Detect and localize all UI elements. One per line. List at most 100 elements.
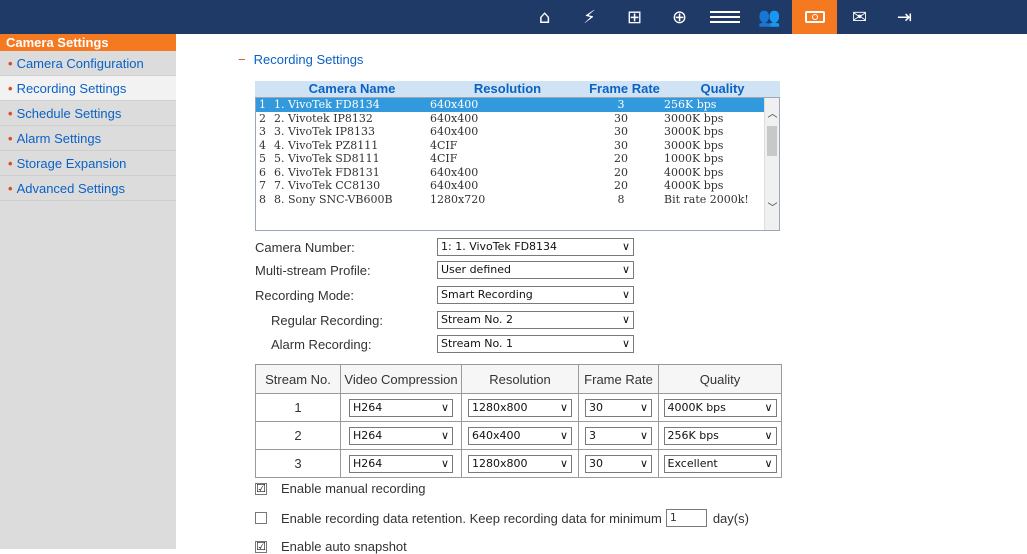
exit-icon[interactable]: ⇥ <box>882 0 927 34</box>
row-index: 5 <box>259 152 266 165</box>
bullet-icon: • <box>8 131 13 146</box>
retention-checkbox[interactable] <box>255 512 267 524</box>
quality-select[interactable]: 4000K bps ∨ <box>663 398 777 417</box>
camera-list-header: Camera Name Resolution Frame Rate Qualit… <box>255 81 780 97</box>
frame-rate-select[interactable]: 30 ∨ <box>585 398 652 417</box>
camera-number-label: Camera Number: <box>255 239 355 255</box>
select-value: 1280x800 <box>472 456 528 470</box>
bullet-icon: • <box>8 81 13 96</box>
retention-label: Enable recording data retention. Keep re… <box>281 510 662 526</box>
list-icon[interactable] <box>702 0 747 34</box>
row-frame-rate: 8 <box>617 192 625 206</box>
home-icon[interactable]: ⌂ <box>522 0 567 34</box>
manual-recording-checkbox[interactable]: ☑ <box>255 482 267 495</box>
row-index: 2 <box>259 111 266 125</box>
auto-snapshot-checkbox[interactable]: ☑ <box>255 540 267 553</box>
header-stream-no: Stream No. <box>255 364 341 394</box>
chevron-down-icon: ∨ <box>639 456 648 470</box>
chevron-down-icon[interactable]: ﹀ <box>765 202 779 216</box>
row-index: 3 <box>259 125 266 138</box>
row-quality: 3000K bps <box>664 138 724 152</box>
row-camera-name: 2. Vivotek IP8132 <box>274 111 373 125</box>
camera-list-body[interactable]: 1 1. VivoTek FD8134 640x400 3 256K bps 2 2. V… <box>255 97 780 231</box>
chevron-down-icon: ∨ <box>440 456 449 470</box>
row-frame-rate: 30 <box>614 111 628 125</box>
compression-select[interactable]: H264 ∨ <box>349 398 453 417</box>
sidebar-item-camera-configuration[interactable]: • Camera Configuration <box>0 51 176 76</box>
multistream-profile-select[interactable]: User defined ∨ <box>437 261 634 279</box>
camera-number-select[interactable]: 1: 1. VivoTek FD8134 ∨ <box>437 238 634 256</box>
regular-recording-row: Regular Recording: Stream No. 2 ∨ <box>255 310 634 330</box>
list-item[interactable]: 5 5. VivoTek SD8111 4CIF 20 1000K bps <box>256 152 779 166</box>
network-icon[interactable]: ⊞ <box>612 0 657 34</box>
mail-icon[interactable]: ✉ <box>837 0 882 34</box>
header-quality[interactable]: Quality <box>665 81 780 97</box>
list-glyph <box>709 11 740 23</box>
row-frame-rate: 20 <box>614 152 628 165</box>
header-camera-name[interactable]: Camera Name <box>273 81 431 97</box>
chevron-down-icon: ∨ <box>559 428 568 442</box>
select-value: Stream No. 1 <box>441 337 514 350</box>
regular-recording-select[interactable]: Stream No. 2 ∨ <box>437 311 634 329</box>
sidebar-item-advanced-settings[interactable]: • Advanced Settings <box>0 176 176 201</box>
lightning-icon[interactable]: ⚡ <box>567 0 612 34</box>
alarm-recording-select[interactable]: Stream No. 1 ∨ <box>437 335 634 353</box>
camera-list-scrollbar[interactable]: ︿ ﹀ <box>764 98 779 230</box>
row-resolution: 640x400 <box>430 98 479 111</box>
section-header[interactable]: − Recording Settings <box>238 52 363 67</box>
recording-mode-select[interactable]: Smart Recording ∨ <box>437 286 634 304</box>
header-frame-rate[interactable]: Frame Rate <box>584 81 665 97</box>
users-icon[interactable]: 👥 <box>747 0 792 34</box>
select-value: Excellent <box>667 456 718 470</box>
resolution-select[interactable]: 640x400 ∨ <box>468 426 572 445</box>
chevron-down-icon: ∨ <box>764 456 773 470</box>
sidebar-item-schedule-settings[interactable]: • Schedule Settings <box>0 101 176 126</box>
row-camera-name: 1. VivoTek FD8134 <box>274 98 380 111</box>
sidebar-item-storage-expansion[interactable]: • Storage Expansion <box>0 151 176 176</box>
sidebar-item-alarm-settings[interactable]: • Alarm Settings <box>0 126 176 151</box>
row-quality: 3000K bps <box>664 125 724 138</box>
top-toolbar: ⌂ ⚡ ⊞ ⊕ 👥 ✉ ⇥ <box>0 0 1027 34</box>
compression-select[interactable]: H264 ∨ <box>349 454 453 473</box>
select-value: H264 <box>353 400 383 414</box>
chevron-up-icon[interactable]: ︿ <box>765 108 779 122</box>
camera-icon[interactable] <box>792 0 837 34</box>
row-camera-name: 4. VivoTek PZ8111 <box>274 138 379 152</box>
chevron-down-icon: ∨ <box>621 313 630 326</box>
list-item[interactable]: 4 4. VivoTek PZ8111 4CIF 30 3000K bps <box>256 139 779 153</box>
list-item[interactable]: 8 8. Sony SNC-VB600B 1280x720 8 Bit rate 200… <box>256 193 779 207</box>
bullet-icon: • <box>8 106 13 121</box>
list-item[interactable]: 7 7. VivoTek CC8130 640x400 20 4000K bps <box>256 179 779 193</box>
plugin-icon[interactable]: ⊕ <box>657 0 702 34</box>
retention-days-input[interactable]: 1 <box>665 509 707 527</box>
list-item[interactable]: 6 6. VivoTek FD8131 640x400 20 4000K bps <box>256 166 779 180</box>
row-index: 8 <box>259 192 266 206</box>
list-item[interactable]: 3 3. VivoTek IP8133 640x400 30 3000K bps <box>256 125 779 139</box>
select-value: 30 <box>589 400 603 414</box>
select-value: Stream No. 2 <box>441 313 514 326</box>
resolution-select[interactable]: 1280x800 ∨ <box>468 454 572 473</box>
row-index: 4 <box>259 138 266 152</box>
resolution-select[interactable]: 1280x800 ∨ <box>468 398 572 417</box>
collapse-icon[interactable]: − <box>238 52 246 67</box>
stream-no: 1 <box>255 393 341 422</box>
quality-select[interactable]: 256K bps ∨ <box>663 426 777 445</box>
sidebar: Camera Settings • Camera Configuration • R… <box>0 34 176 549</box>
frame-rate-select[interactable]: 3 ∨ <box>585 426 652 445</box>
recording-mode-row: Recording Mode: Smart Recording ∨ <box>255 285 634 305</box>
scrollbar-thumb[interactable] <box>767 126 777 156</box>
frame-rate-select[interactable]: 30 ∨ <box>585 454 652 473</box>
camera-glyph <box>804 11 825 23</box>
main-panel: − Recording Settings Camera Name Resoluti… <box>176 34 1027 554</box>
quality-select[interactable]: Excellent ∨ <box>663 454 777 473</box>
list-item[interactable]: 2 2. Vivotek IP8132 640x400 30 3000K bps <box>256 112 779 126</box>
toolbar-icons: ⌂ ⚡ ⊞ ⊕ 👥 ✉ ⇥ <box>522 0 927 34</box>
multistream-profile-label: Multi-stream Profile: <box>255 262 371 278</box>
sidebar-item-recording-settings[interactable]: • Recording Settings <box>0 76 176 101</box>
list-item[interactable]: 1 1. VivoTek FD8134 640x400 3 256K bps <box>256 98 779 112</box>
compression-select[interactable]: H264 ∨ <box>349 426 453 445</box>
header-quality: Quality <box>658 364 782 394</box>
select-value: Smart Recording <box>441 288 533 301</box>
header-resolution[interactable]: Resolution <box>431 81 584 97</box>
exit-glyph: ⇥ <box>896 6 913 28</box>
